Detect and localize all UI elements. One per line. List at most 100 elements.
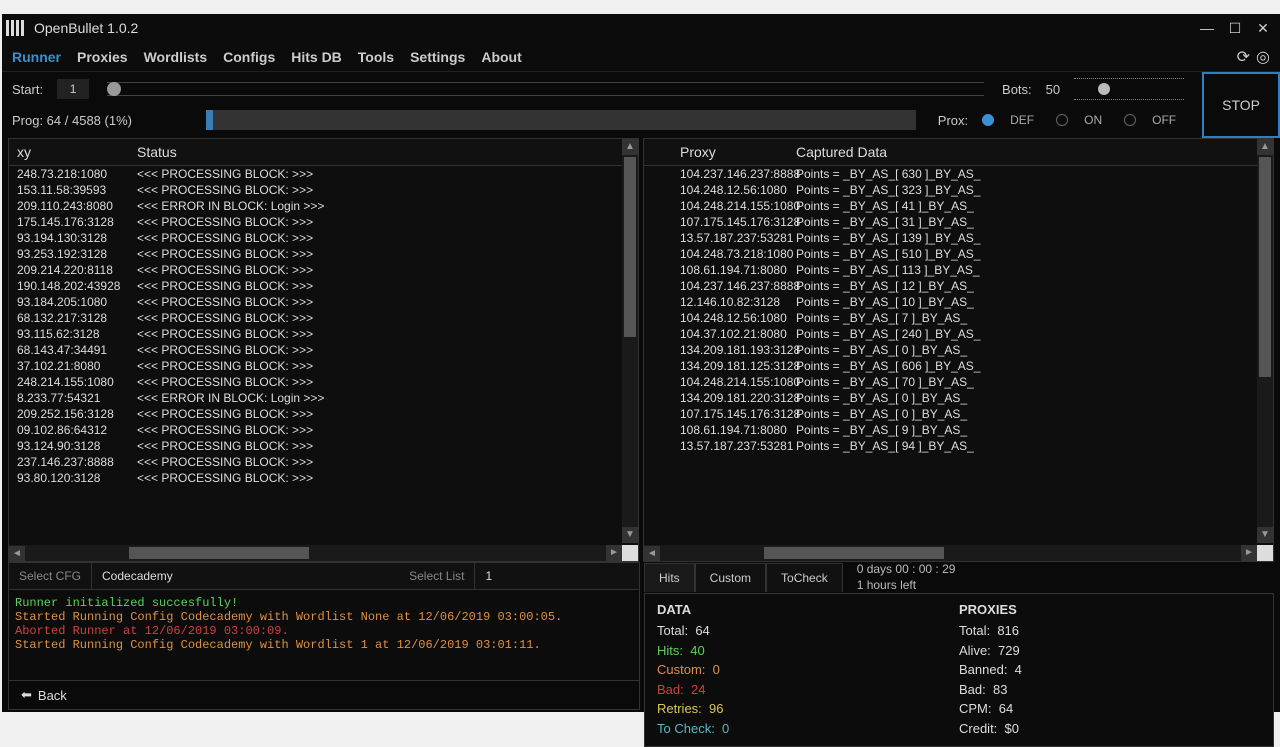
left-bottom-panel: Select CFG Codecademy Select List 1 Runn…	[8, 562, 640, 710]
right-bottom-panel: Hits Custom ToCheck 0 days 00 : 00 : 29 …	[644, 562, 1274, 710]
list-name: 1	[475, 563, 639, 589]
log-line: Aborted Runner at 12/06/2019 03:00:09.	[15, 624, 633, 638]
tab-tocheck[interactable]: ToCheck	[766, 563, 843, 592]
proxies-heading: PROXIES	[959, 602, 1261, 617]
table-row[interactable]: 104.248.73.218:1080Points = _BY_AS_[ 510…	[644, 246, 1273, 262]
table-row[interactable]: 134.209.181.220:3128Points = _BY_AS_[ 0 …	[644, 390, 1273, 406]
start-label: Start:	[12, 82, 43, 97]
table-row[interactable]: 104.248.12.56:1080Points = _BY_AS_[ 323 …	[644, 182, 1273, 198]
table-row[interactable]: 68.132.217:3128<<< PROCESSING BLOCK: >>>	[9, 310, 638, 326]
table-row[interactable]: 107.175.145.176:3128Points = _BY_AS_[ 31…	[644, 214, 1273, 230]
table-row[interactable]: 209.110.243:8080<<< ERROR IN BLOCK: Logi…	[9, 198, 638, 214]
table-row[interactable]: 134.209.181.125:3128Points = _BY_AS_[ 60…	[644, 358, 1273, 374]
table-row[interactable]: 93.115.62:3128<<< PROCESSING BLOCK: >>>	[9, 326, 638, 342]
data-heading: DATA	[657, 602, 959, 617]
left-table: xy Status 248.73.218:1080<<< PROCESSING …	[8, 138, 639, 562]
log-line: Runner initialized succesfully!	[15, 596, 633, 610]
menu-hitsdb[interactable]: Hits DB	[291, 49, 342, 65]
progress-row: Prog: 64 / 4588 (1%) Prox: DEF ON OFF	[2, 106, 1194, 138]
table-row[interactable]: 237.146.237:8888<<< PROCESSING BLOCK: >>…	[9, 454, 638, 470]
table-row[interactable]: 153.11.58:39593<<< PROCESSING BLOCK: >>>	[9, 182, 638, 198]
table-row[interactable]: 104.248.12.56:1080Points = _BY_AS_[ 7 ]_…	[644, 310, 1273, 326]
table-row[interactable]: 93.80.120:3128<<< PROCESSING BLOCK: >>>	[9, 470, 638, 486]
table-row[interactable]: 93.253.192:3128<<< PROCESSING BLOCK: >>>	[9, 246, 638, 262]
time-left: 1 hours left	[857, 578, 956, 594]
table-row[interactable]: 13.57.187.237:53281Points = _BY_AS_[ 94 …	[644, 438, 1273, 454]
left-vscroll[interactable]: ▲▼	[622, 139, 638, 543]
right-hscroll[interactable]: ◄►	[644, 545, 1257, 561]
app-logo-icon	[6, 20, 24, 36]
table-row[interactable]: 248.214.155:1080<<< PROCESSING BLOCK: >>…	[9, 374, 638, 390]
table-row[interactable]: 108.61.194.71:8080Points = _BY_AS_[ 113 …	[644, 262, 1273, 278]
table-row[interactable]: 104.237.146.237:8888Points = _BY_AS_[ 12…	[644, 278, 1273, 294]
elapsed-time: 0 days 00 : 00 : 29	[857, 562, 956, 578]
bots-label: Bots:	[1002, 82, 1032, 97]
table-row[interactable]: 93.194.130:3128<<< PROCESSING BLOCK: >>>	[9, 230, 638, 246]
log-line: Started Running Config Codecademy with W…	[15, 610, 633, 624]
menu-about[interactable]: About	[481, 49, 521, 65]
table-row[interactable]: 37.102.21:8080<<< PROCESSING BLOCK: >>>	[9, 358, 638, 374]
right-col-proxy[interactable]: Proxy	[674, 142, 790, 162]
table-row[interactable]: 104.237.146.237:8888Points = _BY_AS_[ 63…	[644, 166, 1273, 182]
progress-label: Prog: 64 / 4588 (1%)	[12, 113, 192, 128]
table-row[interactable]: 8.233.77:54321<<< ERROR IN BLOCK: Login …	[9, 390, 638, 406]
tab-hits[interactable]: Hits	[644, 563, 695, 592]
refresh-icon[interactable]: ⟳	[1237, 47, 1250, 67]
tab-custom[interactable]: Custom	[695, 563, 766, 592]
table-row[interactable]: 209.252.156:3128<<< PROCESSING BLOCK: >>…	[9, 406, 638, 422]
table-row[interactable]: 248.73.218:1080<<< PROCESSING BLOCK: >>>	[9, 166, 638, 182]
table-row[interactable]: 134.209.181.193:3128Points = _BY_AS_[ 0 …	[644, 342, 1273, 358]
left-col-xy[interactable]: xy	[11, 142, 131, 162]
stop-button[interactable]: STOP	[1202, 72, 1280, 138]
table-row[interactable]: 108.61.194.71:8080Points = _BY_AS_[ 9 ]_…	[644, 422, 1273, 438]
right-table: Proxy Captured Data 104.237.146.237:8888…	[643, 138, 1274, 562]
log-line: Started Running Config Codecademy with W…	[15, 638, 633, 652]
close-button[interactable]: ✕	[1250, 17, 1276, 39]
menu-tools[interactable]: Tools	[358, 49, 394, 65]
menu-runner[interactable]: Runner	[12, 49, 61, 65]
left-hscroll[interactable]: ◄►	[9, 545, 622, 561]
bots-value: 50	[1046, 82, 1060, 97]
menubar: Runner Proxies Wordlists Configs Hits DB…	[2, 42, 1280, 72]
select-cfg-button[interactable]: Select CFG	[9, 563, 92, 589]
log-area: Runner initialized succesfully!Started R…	[9, 590, 639, 680]
table-row[interactable]: 107.175.145.176:3128Points = _BY_AS_[ 0 …	[644, 406, 1273, 422]
table-row[interactable]: 68.143.47:34491<<< PROCESSING BLOCK: >>>	[9, 342, 638, 358]
cfg-name: Codecademy	[92, 563, 399, 589]
table-row[interactable]: 93.124.90:3128<<< PROCESSING BLOCK: >>>	[9, 438, 638, 454]
minimize-button[interactable]: —	[1194, 17, 1220, 39]
table-row[interactable]: 190.148.202:43928<<< PROCESSING BLOCK: >…	[9, 278, 638, 294]
start-input[interactable]	[57, 79, 89, 99]
menu-configs[interactable]: Configs	[223, 49, 275, 65]
menu-settings[interactable]: Settings	[410, 49, 465, 65]
table-row[interactable]: 93.184.205:1080<<< PROCESSING BLOCK: >>>	[9, 294, 638, 310]
prox-on-radio[interactable]	[1056, 114, 1068, 126]
app-window: OpenBullet 1.0.2 — ☐ ✕ Runner Proxies Wo…	[2, 14, 1280, 712]
table-row[interactable]: 209.214.220:8118<<< PROCESSING BLOCK: >>…	[9, 262, 638, 278]
table-row[interactable]: 12.146.10.82:3128Points = _BY_AS_[ 10 ]_…	[644, 294, 1273, 310]
maximize-button[interactable]: ☐	[1222, 17, 1248, 39]
start-slider[interactable]	[107, 82, 984, 96]
titlebar: OpenBullet 1.0.2 — ☐ ✕	[2, 14, 1280, 42]
prox-off-radio[interactable]	[1124, 114, 1136, 126]
table-row[interactable]: 09.102.86:64312<<< PROCESSING BLOCK: >>>	[9, 422, 638, 438]
back-button[interactable]: ⬅ Back	[9, 680, 639, 709]
control-row-top: Start: Bots: 50	[2, 72, 1194, 106]
prox-def-radio[interactable]	[982, 114, 994, 126]
right-col-captured[interactable]: Captured Data	[790, 142, 893, 162]
prox-label: Prox:	[938, 113, 968, 128]
bots-slider[interactable]	[1074, 78, 1184, 100]
left-col-status[interactable]: Status	[131, 142, 183, 162]
select-list-button[interactable]: Select List	[399, 563, 475, 589]
app-title: OpenBullet 1.0.2	[34, 20, 138, 36]
table-row[interactable]: 175.145.176:3128<<< PROCESSING BLOCK: >>…	[9, 214, 638, 230]
table-row[interactable]: 104.248.214.155:1080Points = _BY_AS_[ 70…	[644, 374, 1273, 390]
table-row[interactable]: 104.248.214.155:1080Points = _BY_AS_[ 41…	[644, 198, 1273, 214]
progress-bar	[206, 110, 916, 130]
menu-proxies[interactable]: Proxies	[77, 49, 128, 65]
screenshot-icon[interactable]: ◎	[1256, 47, 1270, 67]
right-vscroll[interactable]: ▲▼	[1257, 139, 1273, 543]
table-row[interactable]: 13.57.187.237:53281Points = _BY_AS_[ 139…	[644, 230, 1273, 246]
menu-wordlists[interactable]: Wordlists	[144, 49, 208, 65]
table-row[interactable]: 104.37.102.21:8080Points = _BY_AS_[ 240 …	[644, 326, 1273, 342]
